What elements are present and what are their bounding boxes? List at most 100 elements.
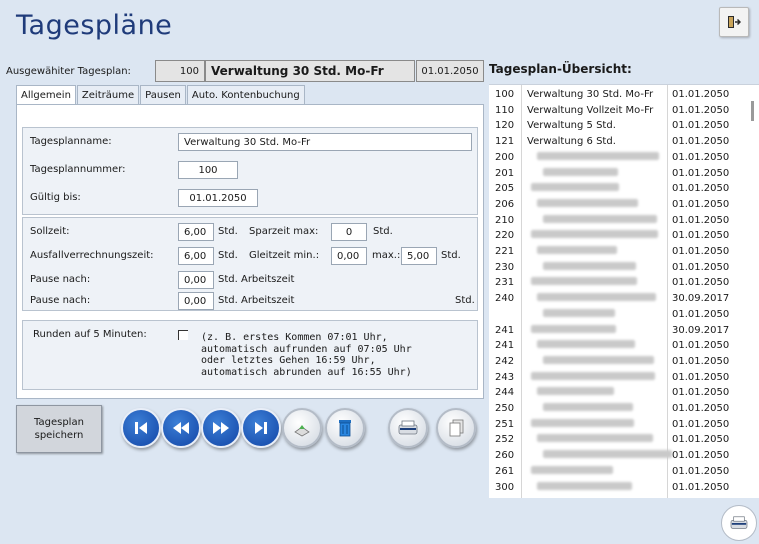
plan-list-row[interactable]: 244 01.01.2050 (489, 386, 747, 401)
plan-name-field[interactable]: Verwaltung 30 Std. Mo-Fr (178, 133, 472, 151)
plan-list-date: 01.01.2050 (672, 434, 730, 446)
tab-auto-kontenbuchung[interactable]: Auto. Kontenbuchung (186, 85, 305, 104)
plan-overview-list[interactable]: 100 Verwaltung 30 Std. Mo-Fr 01.01.2050 110… (489, 84, 759, 498)
first-record-button[interactable] (121, 408, 161, 448)
tab-pausen[interactable]: Pausen (140, 85, 186, 104)
redacted-plan-name (543, 403, 633, 411)
selected-plan-number: 100 (155, 60, 205, 82)
plan-list-row[interactable]: 300 01.01.2050 (489, 481, 747, 496)
plan-list-date: 01.01.2050 (672, 136, 730, 148)
plan-list-number: 300 (495, 481, 515, 493)
plan-list-row[interactable]: 01.01.2050 (489, 308, 747, 323)
plan-list-row[interactable]: 240 30.09.2017 (489, 292, 747, 307)
plan-list-row[interactable]: 110 Verwaltung Vollzeit Mo-Fr 01.01.2050 (489, 104, 747, 119)
delete-record-button[interactable] (325, 408, 365, 448)
last-record-button[interactable] (241, 408, 281, 448)
redacted-plan-name (537, 151, 659, 160)
plan-list-date: 01.01.2050 (672, 403, 730, 414)
new-document-icon (294, 425, 310, 437)
ausfall-field[interactable]: 6,00 (178, 247, 214, 265)
pause2-label: Pause nach: (30, 295, 91, 306)
plan-list-number: 231 (495, 277, 515, 289)
plan-list-row[interactable]: 221 01.01.2050 (489, 245, 747, 260)
copy-record-button[interactable] (436, 408, 476, 448)
plan-list-row[interactable]: 242 01.01.2050 (489, 355, 747, 370)
plan-list-number: 110 (495, 104, 515, 116)
pause1-field[interactable]: 0,00 (178, 271, 214, 289)
sollzeit-unit: Std. (218, 226, 238, 237)
plan-list-number: 243 (495, 371, 515, 383)
plan-list-date: 01.01.2050 (672, 465, 730, 477)
plan-list-date: 01.01.2050 (672, 198, 730, 210)
next-record-button[interactable] (201, 408, 241, 448)
plan-list-number: 244 (495, 387, 515, 399)
pause1-unit: Std. Arbeitszeit (218, 274, 295, 285)
plan-list-date: 01.01.2050 (672, 450, 730, 462)
plan-list-row[interactable]: 100 Verwaltung 30 Std. Mo-Fr 01.01.2050 (489, 88, 747, 103)
redacted-plan-name (531, 418, 634, 427)
valid-until-field[interactable]: 01.01.2050 (178, 189, 258, 207)
plan-list-row[interactable]: 243 01.01.2050 (489, 371, 747, 386)
plan-list-number: 205 (495, 183, 515, 195)
gleitzeit-max-field[interactable]: 5,00 (401, 247, 437, 265)
redacted-plan-name (537, 246, 617, 254)
ausfall-unit: Std. (218, 250, 238, 261)
plan-list-row[interactable]: 241 01.01.2050 (489, 339, 747, 354)
exit-button[interactable] (719, 7, 749, 37)
general-group: Tagesplanname: Verwaltung 30 Std. Mo-Fr … (22, 127, 478, 215)
print-record-button[interactable] (388, 408, 428, 448)
plan-list-row[interactable]: 210 01.01.2050 (489, 214, 747, 229)
plan-list-number: 210 (495, 214, 515, 226)
plan-list-number: 241 (495, 324, 515, 336)
rounding-label: Runden auf 5 Minuten: (33, 329, 147, 340)
plan-list-name: Verwaltung 5 Std. (527, 120, 616, 132)
plan-list-row[interactable]: 230 01.01.2050 (489, 261, 747, 276)
plan-list-number: 230 (495, 261, 515, 273)
plan-list-row[interactable]: 261 01.01.2050 (489, 465, 747, 480)
plan-list-row[interactable]: 260 01.01.2050 (489, 449, 747, 464)
tab-panel-allgemein: Tagesplanname: Verwaltung 30 Std. Mo-Fr … (16, 104, 484, 399)
plan-list-row[interactable]: 121 Verwaltung 6 Std. 01.01.2050 (489, 135, 747, 150)
rounding-hint-line1: (z. B. erstes Kommen 07:01 Uhr, (201, 332, 388, 343)
plan-list-row[interactable]: 251 01.01.2050 (489, 418, 747, 433)
sparzeit-label: Sparzeit max: (249, 226, 319, 237)
sparzeit-field[interactable]: 0 (331, 223, 367, 241)
plan-number-field[interactable]: 100 (178, 161, 238, 179)
save-plan-button[interactable]: Tagesplan speichern (16, 405, 102, 453)
plan-list-row[interactable]: 250 01.01.2050 (489, 402, 747, 417)
redacted-plan-name (531, 183, 619, 192)
plan-list-date: 01.01.2050 (672, 214, 730, 226)
skip-last-icon (255, 422, 267, 434)
print-overview-button[interactable] (721, 505, 757, 541)
tab-zeitraeume[interactable]: Zeiträume (76, 85, 140, 104)
pause2-field[interactable]: 0,00 (178, 292, 214, 310)
tab-allgemein[interactable]: Allgemein (16, 85, 76, 106)
plan-list-row[interactable]: 231 01.01.2050 (489, 276, 747, 291)
plan-list-row[interactable]: 120 Verwaltung 5 Std. 01.01.2050 (489, 119, 747, 134)
plan-list-row[interactable]: 220 01.01.2050 (489, 229, 747, 244)
plan-list-row[interactable]: 205 01.01.2050 (489, 182, 747, 197)
valid-until-label: Gültig bis: (30, 192, 81, 203)
gleitzeit-min-field[interactable]: 0,00 (331, 247, 367, 265)
plan-list-date: 01.01.2050 (672, 355, 730, 367)
plan-list-row[interactable]: 200 01.01.2050 (489, 151, 747, 166)
plan-list-number: 261 (495, 465, 515, 477)
plan-list-row[interactable]: 201 01.01.2050 (489, 167, 747, 182)
selected-plan-label: Ausgewähiter Tagesplan: (6, 66, 131, 77)
redacted-plan-name (537, 481, 632, 490)
redacted-plan-name (537, 387, 614, 396)
sollzeit-field[interactable]: 6,00 (178, 223, 214, 241)
new-record-button[interactable] (282, 408, 322, 448)
plan-list-row[interactable]: 252 01.01.2050 (489, 433, 747, 448)
list-scrollbar[interactable] (751, 101, 754, 121)
gleitzeit-unit: Std. (441, 250, 461, 261)
plan-list-row[interactable]: 206 01.01.2050 (489, 198, 747, 213)
plan-list-date: 01.01.2050 (672, 481, 730, 493)
rounding-hint-line4: automatisch abrunden auf 16:55 Uhr) (201, 366, 412, 378)
plan-list-row[interactable]: 241 30.09.2017 (489, 324, 747, 339)
previous-record-button[interactable] (161, 408, 201, 448)
rounding-checkbox[interactable] (178, 330, 188, 340)
save-plan-label-2: speichern (34, 430, 84, 441)
plan-list-date: 01.01.2050 (672, 230, 730, 242)
plan-list-number: 220 (495, 230, 515, 242)
